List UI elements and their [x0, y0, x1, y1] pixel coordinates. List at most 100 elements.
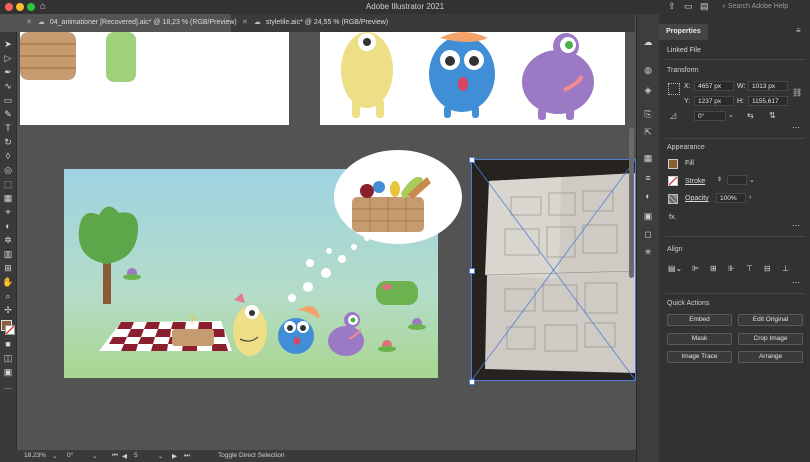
transparency-icon[interactable]: ◐ — [642, 190, 654, 202]
close-tab-icon[interactable]: ✕ — [242, 19, 248, 26]
chevron-down-icon[interactable]: ⌄ — [749, 176, 755, 184]
first-artboard-icon[interactable]: ⏮ — [112, 452, 118, 460]
more-options-icon[interactable]: ⋯ — [792, 221, 800, 230]
align-to-dropdown-icon[interactable]: ▤⌄ — [668, 264, 682, 273]
align-top-icon[interactable]: ⊤ — [746, 264, 753, 273]
curvature-tool-icon[interactable]: ∿ — [2, 80, 14, 92]
workspace-switcher-icon[interactable]: ▤ — [700, 1, 709, 12]
appearance-panel-icon[interactable]: ◻ — [642, 228, 654, 240]
tab-animationer[interactable]: ✕ ☁ 04_animationer [Recovered].aic* @ 18,2… — [18, 14, 237, 32]
mask-button[interactable]: Mask — [667, 333, 732, 345]
stroke-panel-icon[interactable]: ≡ — [642, 172, 654, 184]
panel-menu-icon[interactable]: ≡ — [796, 26, 801, 35]
align-bottom-icon[interactable]: ⊥ — [782, 264, 789, 273]
more-options-icon[interactable]: ⋯ — [792, 123, 800, 132]
blend-tool-icon[interactable]: ◐ — [2, 220, 14, 232]
tab-styletile[interactable]: ✕ ☁ styletile.aic* @ 24,55 % (RGB/Preview) — [234, 14, 434, 32]
stroke-weight-stepper[interactable]: ⇕ — [717, 176, 722, 183]
gradient-tool-icon[interactable]: ▦ — [2, 192, 14, 204]
rotation-field[interactable]: 0° — [67, 452, 73, 459]
color-panel-icon[interactable]: ◍ — [642, 64, 654, 76]
free-transform-tool-icon[interactable]: ⬚ — [2, 178, 14, 190]
flip-vertical-icon[interactable]: ⇅ — [769, 111, 776, 120]
artboard-top-right[interactable] — [320, 32, 625, 125]
vertical-scrollbar[interactable] — [629, 128, 634, 278]
y-position-field[interactable]: 1237 px — [694, 96, 734, 106]
chevron-down-icon[interactable]: ⌄ — [92, 452, 97, 460]
eraser-tool-icon[interactable]: ◊ — [2, 150, 14, 162]
embed-button[interactable]: Embed — [667, 314, 732, 326]
last-artboard-icon[interactable]: ⏭ — [184, 452, 190, 460]
zoom-level-field[interactable]: 18,23% — [24, 452, 46, 459]
rotate-tool-icon[interactable]: ↻ — [2, 136, 14, 148]
arrange-button[interactable]: Arrange — [738, 351, 803, 363]
swatches-icon[interactable]: ▦ — [642, 152, 654, 164]
symbol-sprayer-tool-icon[interactable]: ✲ — [2, 234, 14, 246]
layers-icon[interactable]: ◈ — [642, 84, 654, 96]
align-right-icon[interactable]: ⊪ — [728, 264, 735, 273]
screen-mode-icon[interactable]: ▣ — [2, 366, 14, 378]
drawing-mode-icon[interactable]: ◫ — [2, 352, 14, 364]
stroke-swatch[interactable] — [668, 176, 678, 186]
next-artboard-icon[interactable]: ▶ — [172, 452, 177, 460]
arrange-documents-icon[interactable]: ▭ — [684, 1, 693, 12]
tab-properties[interactable]: Properties — [659, 24, 708, 40]
selection-handle[interactable] — [469, 157, 475, 163]
more-options-icon[interactable]: ⋯ — [792, 278, 800, 287]
puppet-warp-tool-icon[interactable]: ✢ — [2, 304, 14, 316]
stroke-label[interactable]: Stroke — [685, 178, 705, 185]
reference-point-icon[interactable] — [668, 83, 680, 95]
direct-selection-tool-icon[interactable]: ▷ — [2, 52, 14, 64]
x-position-field[interactable]: 4657 px — [694, 81, 734, 91]
selection-handle[interactable] — [469, 268, 475, 274]
flip-horizontal-icon[interactable]: ⇆ — [747, 111, 754, 120]
chevron-down-icon[interactable]: ⌄ — [158, 452, 163, 460]
chevron-down-icon[interactable]: ⌄ — [728, 111, 734, 119]
eyedropper-tool-icon[interactable]: ⌖ — [2, 206, 14, 218]
fx-button[interactable]: fx. — [669, 214, 676, 221]
constrain-proportions-icon[interactable]: ⛓ — [792, 88, 802, 97]
opacity-label[interactable]: Opacity — [685, 195, 709, 202]
artboards-icon[interactable]: ⎘ — [642, 108, 654, 120]
canvas[interactable]: ? — [17, 32, 636, 450]
artboard-tool-icon[interactable]: ⊞ — [2, 262, 14, 274]
zoom-tool-icon[interactable]: ⌕ — [2, 290, 14, 302]
share-icon[interactable]: ⇪ — [668, 1, 676, 12]
linked-image-sketch-photo[interactable] — [471, 159, 636, 381]
align-vertical-center-icon[interactable]: ⊟ — [764, 264, 771, 273]
fill-swatch[interactable] — [668, 159, 678, 169]
rotate-angle-field[interactable]: 0° — [694, 111, 726, 121]
stroke-weight-field[interactable] — [727, 175, 747, 185]
stroke-color-swatch[interactable] — [5, 325, 15, 335]
selection-bounding-box[interactable] — [471, 159, 636, 381]
height-field[interactable]: 1155,617 — [748, 96, 788, 106]
libraries-icon[interactable]: ☁ — [642, 36, 654, 48]
width-field[interactable]: 1013 px — [748, 81, 788, 91]
image-trace-icon[interactable]: ▣ — [642, 210, 654, 222]
chevron-right-icon[interactable]: › — [749, 194, 751, 201]
paintbrush-tool-icon[interactable]: ✎ — [2, 108, 14, 120]
column-graph-tool-icon[interactable]: ▥ — [2, 248, 14, 260]
rotate-angle-icon[interactable]: ◿ — [670, 111, 676, 120]
align-horizontal-center-icon[interactable]: ⊞ — [710, 264, 717, 273]
search-help-input[interactable]: ⌕ Search Adobe Help — [722, 3, 788, 11]
previous-artboard-icon[interactable]: ◀ — [122, 452, 127, 460]
close-tab-icon[interactable]: ✕ — [26, 19, 32, 26]
hand-tool-icon[interactable]: ✋ — [2, 276, 14, 288]
edit-toolbar-icon[interactable]: ⋯ — [2, 382, 14, 394]
selection-handle[interactable] — [469, 379, 475, 385]
warp-tool-icon[interactable]: ◎ — [2, 164, 14, 176]
align-left-icon[interactable]: ⊫ — [692, 264, 699, 273]
rectangle-tool-icon[interactable]: ▭ — [2, 94, 14, 106]
asset-export-icon[interactable]: ⇱ — [642, 126, 654, 138]
edit-original-button[interactable]: Edit Original — [738, 314, 803, 326]
crop-image-button[interactable]: Crop Image — [738, 333, 803, 345]
graphic-styles-icon[interactable]: ✳ — [642, 246, 654, 258]
selection-tool-icon[interactable]: ➤ — [2, 38, 14, 50]
type-tool-icon[interactable]: T — [2, 122, 14, 134]
artboard-number-field[interactable]: 5 — [134, 452, 138, 459]
artboard-top-left[interactable] — [20, 32, 289, 125]
chevron-down-icon[interactable]: ⌄ — [52, 452, 57, 460]
color-mode-icon[interactable]: ■ — [2, 338, 14, 350]
opacity-field[interactable]: 100% — [716, 193, 746, 203]
